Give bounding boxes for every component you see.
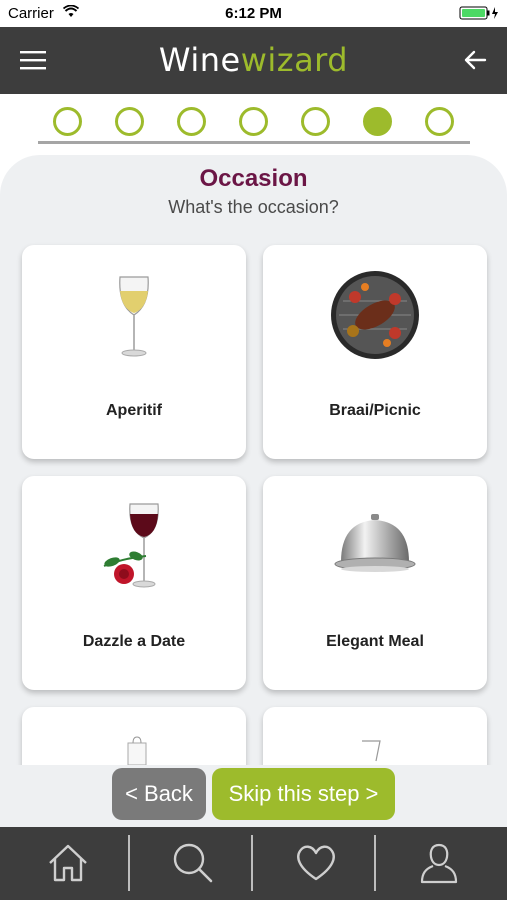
- cloche-icon: [334, 514, 416, 572]
- white-wine-glass-icon: [119, 276, 149, 357]
- search-icon: [173, 843, 213, 883]
- step-dot-4[interactable]: [239, 107, 268, 136]
- occasion-card-dazzle-a-date[interactable]: Dazzle a Date: [22, 476, 246, 690]
- red-wine-rose-icon: [103, 503, 159, 588]
- step-dot-2[interactable]: [115, 107, 144, 136]
- occasion-card-braai-picnic[interactable]: Braai/Picnic: [263, 245, 487, 459]
- heart-icon: [297, 845, 335, 881]
- progress-line: [38, 141, 470, 144]
- logo-wizard-text: wizard: [240, 41, 349, 79]
- tab-search[interactable]: [130, 827, 256, 900]
- glass-icon: [362, 740, 381, 762]
- grill-icon: [331, 271, 419, 359]
- tab-profile[interactable]: [376, 827, 502, 900]
- back-arrow-icon[interactable]: [463, 49, 487, 71]
- occasion-label: Aperitif: [106, 402, 162, 419]
- step-dot-7[interactable]: [425, 107, 454, 136]
- step-dot-5[interactable]: [301, 107, 330, 136]
- bottom-tab-bar: [0, 827, 507, 900]
- step-dot-6-current[interactable]: [363, 107, 392, 136]
- profile-icon: [420, 843, 458, 884]
- page-title: Occasion: [199, 165, 308, 192]
- occasion-panel: Occasion What's the occasion? Aperitif B…: [0, 155, 507, 765]
- occasion-label: Dazzle a Date: [82, 633, 186, 650]
- wine-wizard-logo: Winewizard: [0, 41, 507, 79]
- page-subtitle: What's the occasion?: [168, 197, 339, 217]
- app-header: Winewizard: [0, 27, 507, 94]
- occasion-card-elegant-meal[interactable]: Elegant Meal: [263, 476, 487, 690]
- back-button[interactable]: < Back: [112, 768, 206, 820]
- step-dot-1[interactable]: [53, 107, 82, 136]
- home-icon: [49, 844, 87, 882]
- skip-step-button[interactable]: Skip this step >: [212, 768, 395, 820]
- logo-wine-text: Wine: [158, 41, 241, 79]
- step-progress: [0, 94, 507, 154]
- occasion-card-6[interactable]: [263, 707, 487, 765]
- tab-home[interactable]: [5, 827, 131, 900]
- occasion-card-aperitif[interactable]: Aperitif: [22, 245, 246, 459]
- action-bar: < Back Skip this step >: [0, 765, 507, 827]
- occasion-label: Braai/Picnic: [329, 402, 421, 419]
- gift-bag-icon: [127, 736, 147, 765]
- status-bar: Carrier 6:12 PM: [0, 0, 507, 27]
- tab-favorites[interactable]: [253, 827, 379, 900]
- step-dot-3[interactable]: [177, 107, 206, 136]
- occasion-label: Elegant Meal: [326, 633, 424, 650]
- occasion-card-5[interactable]: [22, 707, 246, 765]
- battery-icon: [459, 6, 498, 20]
- status-time: 6:12 PM: [225, 5, 282, 22]
